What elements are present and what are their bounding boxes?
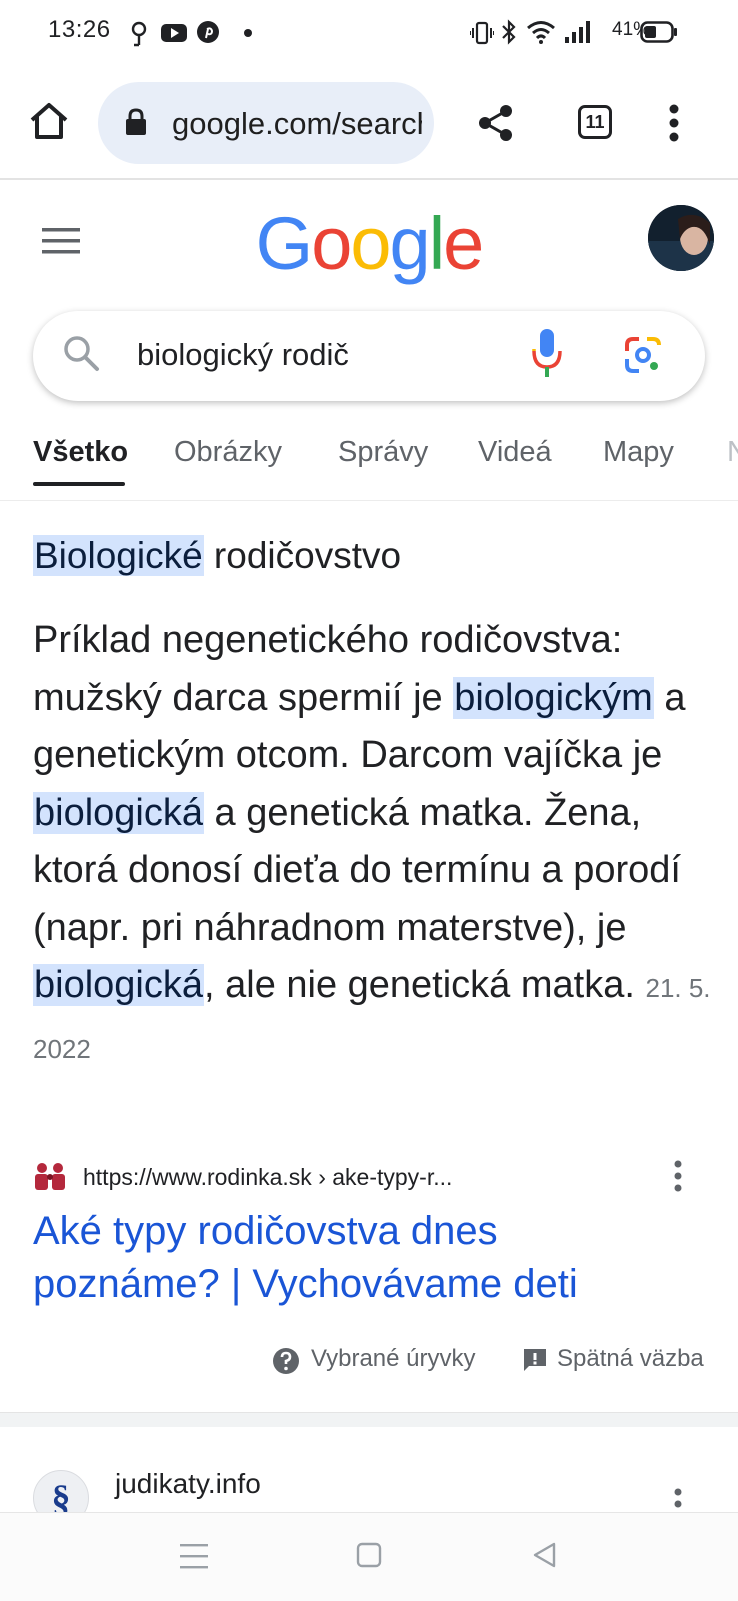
snippet-highlight: biologická: [33, 964, 204, 1006]
about-snippets-link[interactable]: Vybrané úryvky: [311, 1345, 476, 1373]
recents-menu-icon[interactable]: [180, 1543, 208, 1569]
rodinka-favicon: [35, 1163, 65, 1190]
feedback-link[interactable]: Spätná väzba: [557, 1345, 704, 1373]
home-nav-icon[interactable]: [356, 1542, 382, 1568]
status-time: 13:26: [48, 16, 111, 43]
google-logo[interactable]: Google: [0, 204, 738, 284]
source-title-link[interactable]: Aké typy rodičovstva dnes poznáme? | Vyc…: [33, 1205, 673, 1311]
snippet-text-part: , ale nie genetická matka.: [204, 964, 646, 1006]
more-vert-icon[interactable]: [668, 104, 680, 142]
source-url: https://www.rodinka.sk › ake-typy-r...: [83, 1164, 453, 1190]
system-navigation-bar: [0, 1512, 738, 1601]
result-site-name: judikaty.info: [115, 1468, 261, 1499]
snippet-highlight: biologická: [33, 791, 204, 834]
browser-toolbar: google.com/search 11: [0, 66, 738, 180]
address-bar[interactable]: google.com/search: [98, 82, 434, 164]
google-lens-icon[interactable]: [623, 335, 663, 375]
active-tab-indicator: [33, 482, 125, 486]
search-input[interactable]: biologický rodič: [137, 337, 349, 373]
search-box[interactable]: biologický rodič: [33, 311, 705, 401]
logo-letter-1: G: [255, 202, 314, 285]
bluetooth-icon: [502, 19, 516, 45]
dot-icon: [244, 29, 252, 37]
tab-switcher-button[interactable]: 11: [578, 105, 612, 139]
share-icon[interactable]: [478, 104, 514, 142]
youtube-icon: [161, 24, 187, 42]
lock-icon: [126, 108, 146, 135]
signal-icon: [565, 21, 590, 43]
tab-all[interactable]: Všetko: [33, 436, 128, 469]
status-bar: 13:26 41%: [0, 0, 738, 66]
results-divider: [0, 1412, 738, 1427]
logo-letter-5: l: [428, 202, 446, 285]
logo-letter-3: o: [350, 202, 391, 285]
location-pin-icon: [131, 21, 147, 47]
tab-maps[interactable]: Mapy: [603, 436, 674, 469]
help-icon: [273, 1348, 299, 1374]
vibrate-icon: [470, 21, 494, 45]
avatar-photo: [648, 205, 714, 271]
snippet-highlight: biologickým: [453, 676, 654, 719]
back-icon[interactable]: [532, 1541, 558, 1569]
logo-letter-4: g: [389, 202, 431, 285]
tab-videos[interactable]: Videá: [478, 436, 552, 469]
result-options-icon[interactable]: [673, 1488, 683, 1512]
url-text: google.com/search: [172, 106, 422, 141]
snippet-heading: Biologické rodičovstvo: [33, 535, 401, 577]
home-icon[interactable]: [28, 100, 70, 142]
logo-letter-6: e: [443, 202, 484, 285]
search-tabs: Všetko Obrázky Správy Videá Mapy N: [0, 412, 738, 501]
voice-search-icon[interactable]: [530, 327, 564, 381]
feedback-icon: [524, 1349, 546, 1371]
tab-news[interactable]: Správy: [338, 436, 428, 469]
pinterest-icon: [197, 21, 219, 43]
snippet-heading-rest: rodičovstvo: [203, 535, 402, 576]
account-avatar[interactable]: [648, 205, 714, 271]
tab-more-partial[interactable]: N: [727, 436, 738, 469]
snippet-text: Príklad negenetického rodičovstva: mužsk…: [33, 612, 713, 1078]
logo-letter-2: o: [311, 202, 352, 285]
snippet-heading-highlight: Biologické: [33, 535, 204, 576]
search-icon: [64, 336, 99, 371]
battery-icon: [640, 21, 677, 43]
snippet-footer: Vybrané úryvky Spätná väzba: [0, 1345, 738, 1385]
tab-images[interactable]: Obrázky: [174, 436, 282, 469]
result-options-icon[interactable]: [673, 1160, 683, 1192]
wifi-icon: [527, 21, 555, 44]
